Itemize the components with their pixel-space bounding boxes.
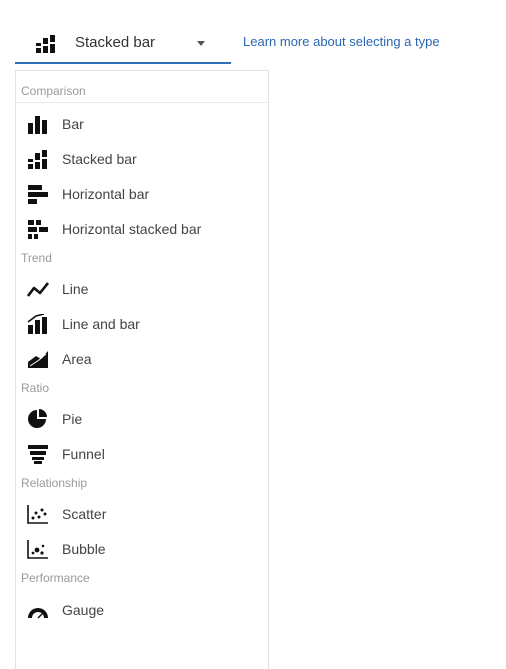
menu-item-line[interactable]: Line [16, 274, 268, 304]
menu-item-label: Scatter [62, 506, 107, 522]
area-chart-icon [28, 351, 48, 368]
line-and-bar-icon [27, 314, 47, 334]
chart-type-select[interactable]: Stacked bar [15, 24, 231, 64]
scatter-chart-icon [27, 505, 48, 524]
menu-item-horizontal-bar[interactable]: Horizontal bar [16, 179, 268, 209]
selected-chart-type: Stacked bar [75, 34, 156, 51]
learn-more-link[interactable]: Learn more about selecting a type [243, 34, 440, 49]
category-trend: Trend [21, 251, 52, 265]
menu-item-bar[interactable]: Bar [16, 109, 268, 139]
menu-item-label: Horizontal bar [62, 186, 150, 202]
menu-item-label: Gauge [62, 602, 105, 618]
menu-item-scatter[interactable]: Scatter [16, 499, 268, 529]
menu-item-horizontal-stacked-bar[interactable]: Horizontal stacked bar [16, 214, 268, 244]
chart-type-menu: Comparison Bar Stacked bar Horizontal ba… [15, 70, 269, 669]
category-comparison: Comparison [21, 84, 86, 98]
menu-item-label: Funnel [62, 446, 105, 462]
menu-item-label: Stacked bar [62, 151, 137, 167]
menu-item-pie[interactable]: Pie [16, 404, 268, 434]
funnel-icon [28, 445, 48, 464]
menu-item-label: Pie [62, 411, 83, 427]
menu-item-funnel[interactable]: Funnel [16, 439, 268, 469]
chevron-down-icon [197, 41, 205, 46]
menu-item-bubble[interactable]: Bubble [16, 534, 268, 564]
toolbar: Stacked bar Learn more about selecting a… [0, 0, 506, 64]
bar-chart-icon [28, 116, 47, 134]
bubble-chart-icon [27, 540, 48, 559]
menu-item-label: Bubble [62, 541, 106, 557]
category-relationship: Relationship [21, 476, 88, 490]
stacked-bar-icon [28, 150, 47, 169]
menu-item-label: Line [62, 281, 89, 297]
menu-divider [16, 102, 268, 103]
menu-item-label: Area [62, 351, 92, 367]
stacked-bar-icon [36, 35, 55, 53]
menu-item-label: Bar [62, 116, 84, 132]
menu-item-label: Horizontal stacked bar [62, 221, 202, 237]
menu-item-area[interactable]: Area [16, 344, 268, 374]
category-performance: Performance [21, 571, 90, 585]
gauge-icon [28, 608, 48, 619]
line-chart-icon [27, 282, 49, 297]
category-ratio: Ratio [21, 381, 50, 395]
menu-item-label: Line and bar [62, 316, 140, 332]
horizontal-bar-icon [28, 185, 48, 204]
pie-chart-icon [28, 409, 47, 428]
horizontal-stacked-bar-icon [28, 220, 48, 239]
menu-item-line-and-bar[interactable]: Line and bar [16, 309, 268, 339]
menu-item-gauge[interactable]: Gauge [16, 595, 268, 625]
menu-item-stacked-bar[interactable]: Stacked bar [16, 144, 268, 174]
